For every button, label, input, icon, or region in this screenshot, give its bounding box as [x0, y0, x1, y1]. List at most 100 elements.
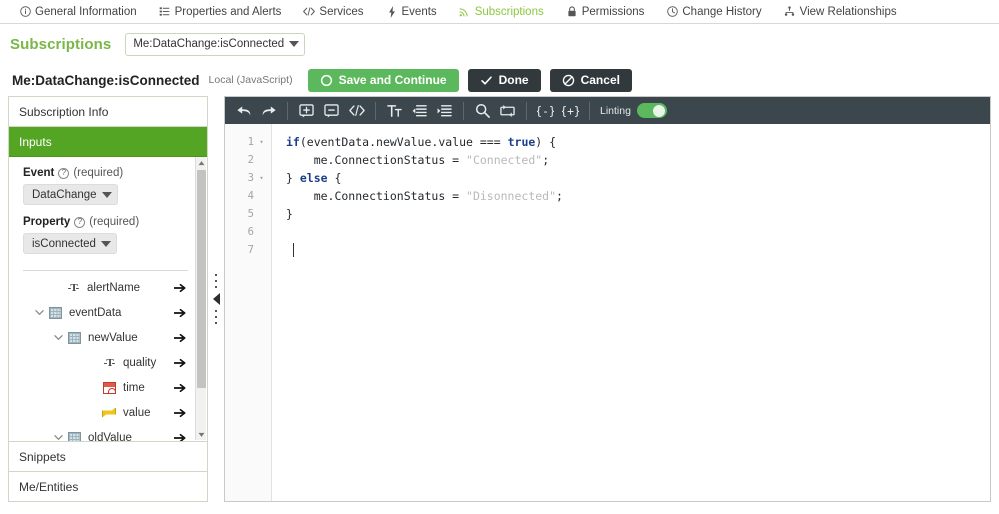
outdent-icon[interactable]	[407, 100, 432, 122]
code-token: (eventData.newValue.value	[300, 135, 480, 149]
tree-item-time[interactable]: time	[23, 375, 196, 400]
replace-icon[interactable]	[495, 100, 520, 122]
add-comment-icon[interactable]	[294, 100, 319, 122]
search-icon[interactable]	[470, 100, 495, 122]
toolbar-divider	[589, 102, 590, 120]
accordion-inputs[interactable]: Inputs	[9, 127, 207, 157]
line-number-row: 4	[225, 187, 271, 205]
tree-twisty-collapsed[interactable]	[50, 433, 66, 441]
subscription-select[interactable]: Me:DataChange:isConnected	[125, 33, 305, 56]
tree-item-oldvalue[interactable]: oldValue	[23, 425, 196, 441]
code-token: }	[286, 207, 293, 221]
expand-all-icon[interactable]: {+}	[558, 100, 583, 122]
tree-twisty-expanded[interactable]	[50, 333, 66, 342]
tree-item-quality[interactable]: -T- quality	[23, 350, 196, 375]
tab-label: Subscriptions	[475, 6, 544, 18]
tab-permissions[interactable]: Permissions	[555, 1, 656, 23]
code-editor: {-} {+} Linting 1▾ 2 3▾ 4 5 6 7 if(event…	[224, 96, 991, 502]
hierarchy-icon	[784, 6, 796, 18]
toggle-switch[interactable]	[637, 103, 667, 118]
splitter-handle[interactable]	[213, 224, 220, 374]
toolbar-divider	[375, 102, 376, 120]
accordion-snippets[interactable]: Snippets	[9, 441, 207, 471]
insert-arrow-icon[interactable]	[172, 433, 188, 442]
fold-marker-icon[interactable]: ▾	[258, 133, 265, 151]
scrollbar-thumb[interactable]	[197, 170, 206, 388]
tab-events[interactable]: Events	[375, 1, 448, 23]
fold-marker-icon[interactable]: ▾	[258, 169, 265, 187]
chevron-down-icon	[101, 241, 111, 247]
tab-subscriptions[interactable]: Subscriptions	[448, 1, 555, 23]
tree-twisty-expanded[interactable]	[31, 308, 47, 317]
inputs-scrollbar[interactable]	[195, 157, 206, 440]
text-cursor	[293, 243, 294, 257]
help-icon[interactable]: ?	[74, 217, 85, 228]
code-line[interactable]	[286, 241, 990, 259]
text-format-icon[interactable]	[382, 100, 407, 122]
accordion-subscription-info[interactable]: Subscription Info	[9, 97, 207, 127]
toolbar-divider	[287, 102, 288, 120]
remove-comment-icon[interactable]	[319, 100, 344, 122]
line-number: 2	[248, 151, 254, 169]
line-number-row: 1▾	[225, 133, 271, 151]
page-title: Subscriptions	[10, 36, 111, 53]
code-line[interactable]: if(eventData.newValue.value === true) {	[286, 133, 990, 151]
panel-splitter[interactable]	[208, 96, 224, 502]
insert-arrow-icon[interactable]	[172, 308, 188, 318]
scroll-up-arrow-icon[interactable]	[196, 157, 207, 168]
code-line[interactable]: }	[286, 205, 990, 223]
tree-item-eventdata[interactable]: eventData	[23, 300, 196, 325]
tab-services[interactable]: Services	[292, 1, 374, 23]
tab-label: Permissions	[582, 6, 645, 18]
linting-toggle[interactable]: Linting	[600, 103, 667, 118]
code-token: me.ConnectionStatus =	[286, 153, 466, 167]
tab-view-relationships[interactable]: View Relationships	[773, 1, 908, 23]
infotable-type-icon	[47, 306, 63, 320]
code-area[interactable]: 1▾ 2 3▾ 4 5 6 7 if(eventData.newValue.va…	[225, 124, 990, 501]
property-dropdown[interactable]: isConnected	[23, 233, 117, 254]
insert-arrow-icon[interactable]	[172, 333, 188, 343]
done-button[interactable]: Done	[468, 69, 541, 92]
code-line[interactable]	[286, 223, 990, 241]
tree-item-value[interactable]: value	[23, 400, 196, 425]
tab-general-information[interactable]: General Information	[8, 1, 148, 23]
subscription-select-value: Me:DataChange:isConnected	[133, 38, 284, 50]
scroll-down-arrow-icon[interactable]	[196, 429, 207, 440]
tree-item-label: newValue	[88, 332, 172, 344]
button-label: Save and Continue	[339, 73, 447, 87]
tree-item-alertname[interactable]: -T- alertName	[23, 275, 196, 300]
code-line[interactable]: me.ConnectionStatus = "Disonnected";	[286, 187, 990, 205]
variant-type-icon	[101, 406, 117, 420]
insert-arrow-icon[interactable]	[172, 358, 188, 368]
cancel-button[interactable]: Cancel	[550, 69, 632, 92]
line-number-row: 6	[225, 223, 271, 241]
insert-arrow-icon[interactable]	[172, 408, 188, 418]
code-content[interactable]: if(eventData.newValue.value === true) { …	[272, 124, 990, 501]
splitter-dots-top	[215, 274, 217, 288]
code-brackets-icon[interactable]	[344, 100, 369, 122]
code-line[interactable]: } else {	[286, 169, 990, 187]
insert-arrow-icon[interactable]	[172, 283, 188, 293]
tab-properties-and-alerts[interactable]: Properties and Alerts	[148, 1, 293, 23]
no-entry-icon	[562, 74, 575, 87]
redo-icon[interactable]	[256, 100, 281, 122]
collapse-all-icon[interactable]: {-}	[533, 100, 558, 122]
accordion-me-entities[interactable]: Me/Entities	[9, 471, 207, 501]
tree-item-newvalue[interactable]: newValue	[23, 325, 196, 350]
signal-waves-icon	[459, 6, 471, 18]
entity-action-bar: Me:DataChange:isConnected Local (JavaScr…	[0, 64, 999, 96]
code-line[interactable]: me.ConnectionStatus = "Connected";	[286, 151, 990, 169]
string-type-icon: -T-	[65, 281, 81, 295]
code-token: else	[300, 171, 328, 185]
inputs-scroll-content: Event ? (required) DataChange Property ?…	[9, 157, 196, 441]
collapse-panel-arrow-icon[interactable]	[213, 293, 220, 305]
save-and-continue-button[interactable]: Save and Continue	[308, 69, 459, 92]
indent-icon[interactable]	[432, 100, 457, 122]
insert-arrow-icon[interactable]	[172, 383, 188, 393]
event-dropdown[interactable]: DataChange	[23, 184, 118, 205]
subscriptions-header: Subscriptions Me:DataChange:isConnected	[0, 24, 999, 64]
help-icon[interactable]: ?	[58, 168, 69, 179]
button-label: Cancel	[581, 73, 620, 87]
tab-change-history[interactable]: Change History	[655, 1, 772, 23]
undo-icon[interactable]	[231, 100, 256, 122]
